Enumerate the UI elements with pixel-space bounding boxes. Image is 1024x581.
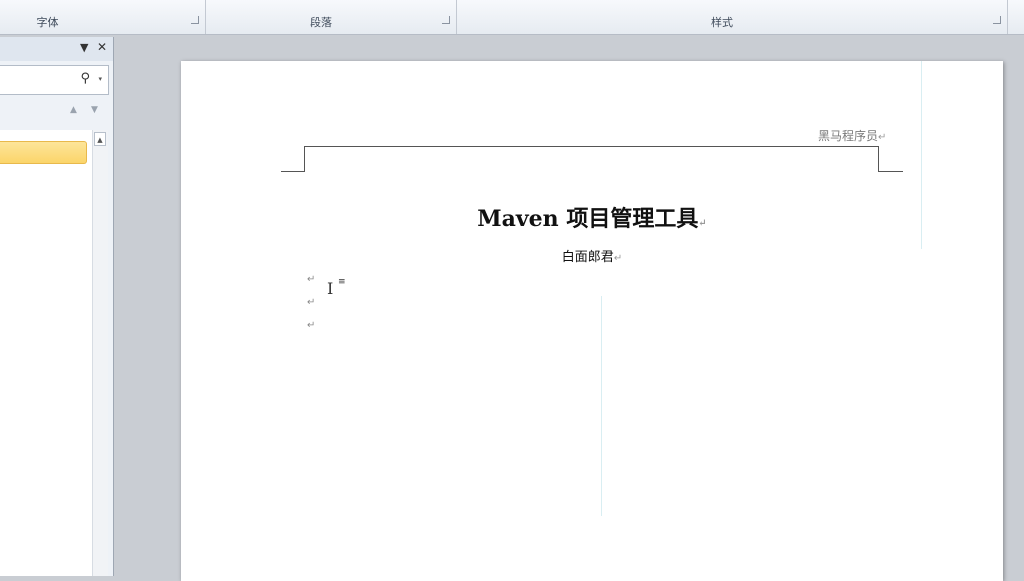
cursor-alignment-icon: ≡ bbox=[338, 277, 346, 287]
navigation-arrows: ▲ ▼ bbox=[0, 97, 113, 125]
chevron-down-icon[interactable]: ▾ bbox=[98, 75, 102, 83]
paragraph-mark: ↵ bbox=[307, 320, 316, 331]
guide-line bbox=[601, 296, 602, 516]
paragraph-mark: ↵ bbox=[307, 274, 316, 285]
navigation-heading-list bbox=[0, 130, 92, 576]
navigation-pane: ▼ ✕ ⚲ ▾ ▲ ▼ ▲ bbox=[0, 37, 114, 576]
ribbon-group-paragraph: 段落 bbox=[206, 0, 457, 34]
ribbon-group-labels: 字体 段落 样式 bbox=[0, 0, 1024, 35]
header-border-right bbox=[878, 146, 879, 171]
close-icon[interactable]: ✕ bbox=[97, 40, 107, 54]
ribbon-group-label-styles: 样式 bbox=[711, 16, 733, 29]
pane-menu-icon[interactable]: ▼ bbox=[80, 41, 88, 54]
next-result-icon[interactable]: ▼ bbox=[91, 105, 98, 115]
text-cursor-icon: I bbox=[327, 279, 334, 298]
header-corner-right bbox=[878, 171, 903, 172]
navigation-search-input[interactable]: ⚲ ▾ bbox=[0, 65, 109, 95]
ribbon-group-label-paragraph: 段落 bbox=[310, 16, 332, 29]
header-text: 黑马程序员↵ bbox=[818, 127, 886, 144]
header-text-label: 黑马程序员 bbox=[818, 129, 879, 143]
ribbon-group-styles: 样式 bbox=[457, 0, 1008, 34]
navigation-scrollbar[interactable]: ▲ bbox=[92, 130, 108, 576]
header-corner-left bbox=[281, 171, 305, 172]
selected-heading-item[interactable] bbox=[0, 141, 87, 164]
document-title: Maven 项目管理工具↵ bbox=[181, 201, 1003, 233]
header-border-left bbox=[304, 146, 305, 171]
document-author-text: 白面郎君 bbox=[561, 250, 614, 265]
dialog-launcher-icon[interactable] bbox=[191, 16, 199, 24]
paragraph-mark: ↵ bbox=[613, 253, 623, 264]
ribbon-group-label-font: 字体 bbox=[36, 16, 59, 29]
paragraph-mark: ↵ bbox=[698, 218, 707, 229]
document-title-text: Maven 项目管理工具 bbox=[477, 206, 699, 232]
paragraph-mark: ↵ bbox=[307, 297, 316, 308]
previous-result-icon[interactable]: ▲ bbox=[70, 105, 77, 115]
scroll-up-icon[interactable]: ▲ bbox=[94, 132, 106, 146]
ribbon-group-font: 字体 bbox=[0, 0, 206, 34]
dialog-launcher-icon[interactable] bbox=[993, 16, 1001, 24]
search-icon[interactable]: ⚲ bbox=[80, 71, 90, 86]
header-border-line bbox=[304, 146, 879, 147]
document-page[interactable]: 黑马程序员↵ Maven 项目管理工具↵ 白面郎君↵ ↵ ↵ ↵ I ≡ bbox=[181, 61, 1003, 581]
paragraph-mark: ↵ bbox=[878, 132, 887, 143]
dialog-launcher-icon[interactable] bbox=[442, 16, 450, 24]
document-author: 白面郎君↵ bbox=[181, 246, 1003, 265]
navigation-pane-header: ▼ ✕ bbox=[0, 37, 113, 61]
